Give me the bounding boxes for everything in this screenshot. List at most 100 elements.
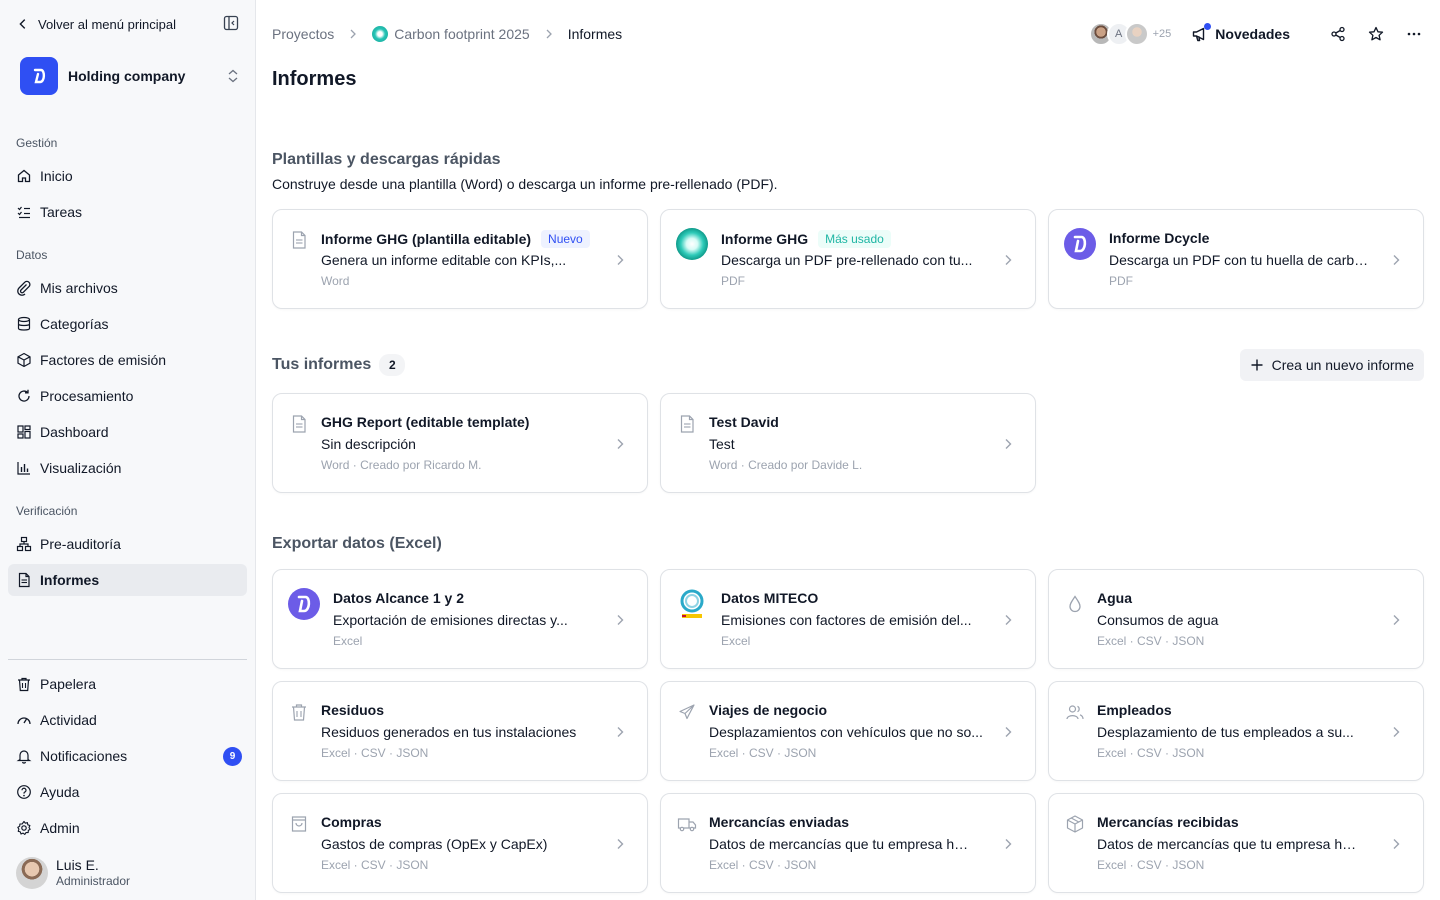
sidebar-item-actividad[interactable]: Actividad: [8, 704, 247, 736]
export-card-alcance[interactable]: Datos Alcance 1 y 2 Exportación de emisi…: [272, 569, 648, 669]
back-to-main-menu[interactable]: Volver al menú principal: [16, 14, 242, 34]
card-description: Descarga un PDF pre-rellenado con tu...: [721, 252, 973, 268]
export-card-agua[interactable]: Agua Consumos de agua Excel · CSV · JSON: [1048, 569, 1424, 669]
section-verificacion: Verificación: [16, 504, 78, 518]
create-new-report-label: Crea un nuevo informe: [1271, 357, 1414, 373]
chevron-right-icon: [1005, 439, 1012, 449]
sidebar-item-papelera[interactable]: Papelera: [8, 668, 247, 700]
create-new-report-button[interactable]: Crea un nuevo informe: [1239, 349, 1424, 381]
card-description: Test: [709, 436, 735, 452]
sidebar-item-ayuda[interactable]: Ayuda: [8, 776, 247, 808]
card-title: Informe Dcycle: [1109, 230, 1210, 246]
share-button[interactable]: [1328, 24, 1348, 44]
more-options-button[interactable]: [1404, 24, 1424, 44]
section-datos: Datos: [16, 248, 48, 262]
card-title: Compras: [321, 814, 382, 830]
template-card-ghg-editable[interactable]: Informe GHG (plantilla editable) Nuevo Ge…: [272, 209, 648, 309]
database-icon: [17, 316, 31, 331]
breadcrumb-project[interactable]: Carbon footprint 2025: [394, 26, 529, 42]
report-card[interactable]: GHG Report (editable template) Sin descr…: [272, 393, 648, 493]
refresh-icon: [18, 389, 30, 402]
sitemap-icon: [16, 536, 32, 552]
template-card-ghg-pdf[interactable]: Informe GHG Más usado Descarga un PDF pre…: [660, 209, 1036, 309]
chevron-right-icon: [1393, 727, 1400, 737]
sidebar-item-tareas[interactable]: Tareas: [8, 196, 247, 228]
sidebar-item-categorias[interactable]: Categorías: [8, 308, 247, 340]
card-description: Datos de mercancías que tu empresa ha...: [1097, 836, 1361, 852]
card-meta: Word · Creado por Davide L.: [709, 458, 863, 472]
page-title: Informes: [272, 68, 357, 90]
news-indicator-dot: [1204, 23, 1212, 30]
sidebar: Volver al menú principal Holding company…: [0, 0, 256, 900]
shopping-bag-icon: [291, 816, 307, 832]
export-card-residuos[interactable]: Residuos Residuos generados en tus insta…: [272, 681, 648, 781]
card-meta: Excel: [333, 634, 363, 648]
chevron-right-icon: [617, 255, 624, 265]
export-card-viajes[interactable]: Viajes de negocio Desplazamientos con ve…: [660, 681, 1036, 781]
sidebar-item-informes[interactable]: Informes: [8, 564, 247, 596]
template-card-dcycle[interactable]: Informe Dcycle Descarga un PDF con tu hu…: [1048, 209, 1424, 309]
export-card-compras[interactable]: Compras Gastos de compras (OpEx y CapEx)…: [272, 793, 648, 893]
help-icon: [17, 785, 31, 799]
your-reports-count: 2: [379, 354, 406, 376]
card-title: Informe GHG Más usado: [721, 230, 891, 248]
card-title: Informe GHG (plantilla editable) Nuevo: [321, 230, 590, 248]
templates-title: Plantillas y descargas rápidas: [272, 151, 501, 168]
export-card-mercancias-recibidas[interactable]: Mercancías recibidas Datos de mercancías…: [1048, 793, 1424, 893]
users-icon: [1066, 705, 1084, 720]
card-description: Desplazamientos con vehículos que no so.…: [709, 724, 983, 740]
sidebar-item-preauditoria[interactable]: Pre-auditoría: [8, 528, 247, 560]
avatar: [1124, 22, 1149, 46]
export-card-miteco[interactable]: Datos MITECO Emisiones con factores de e…: [660, 569, 1036, 669]
sidebar-item-inicio[interactable]: Inicio: [8, 160, 247, 192]
export-card-empleados[interactable]: Empleados Desplazamiento de tus empleado…: [1048, 681, 1424, 781]
breadcrumb-proyectos[interactable]: Proyectos: [272, 26, 334, 42]
cube-icon: [17, 352, 31, 368]
sidebar-item-visualizacion[interactable]: Visualización: [8, 452, 247, 484]
templates-subtitle: Construye desde una plantilla (Word) o d…: [272, 176, 778, 192]
sidebar-collapse-icon[interactable]: [223, 15, 239, 31]
report-card[interactable]: Test David Test Word · Creado por Davide…: [660, 393, 1036, 493]
card-meta: Excel: [721, 634, 751, 648]
card-description: Emisiones con factores de emisión del...: [721, 612, 972, 628]
checklist-icon: [17, 206, 30, 219]
sidebar-item-label: Notificaciones: [40, 748, 128, 764]
news-button[interactable]: Novedades: [1191, 23, 1290, 43]
sidebar-item-procesamiento[interactable]: Procesamiento: [8, 380, 247, 412]
card-meta: Word: [321, 274, 350, 288]
breadcrumb-current: Informes: [567, 26, 623, 42]
header-actions: A +25 Novedades: [1088, 20, 1424, 48]
most-used-badge: Más usado: [818, 230, 891, 248]
card-title: Datos Alcance 1 y 2: [333, 590, 464, 606]
chevron-right-icon: [617, 839, 624, 849]
document-icon: [680, 415, 694, 433]
company-switcher[interactable]: Holding company: [20, 56, 240, 96]
chevron-right-icon: [1393, 615, 1400, 625]
trash-icon: [18, 677, 30, 692]
home-icon: [17, 169, 31, 183]
card-title: Residuos: [321, 702, 385, 718]
sidebar-item-admin[interactable]: Admin: [8, 812, 247, 844]
export-card-mercancias-enviadas[interactable]: Mercancías enviadas Datos de mercancías …: [660, 793, 1036, 893]
collaborators[interactable]: A +25: [1088, 22, 1171, 46]
trash-icon: [292, 704, 306, 721]
sidebar-item-label: Inicio: [40, 168, 73, 184]
favorite-button[interactable]: [1366, 24, 1386, 44]
sidebar-item-dashboard[interactable]: Dashboard: [8, 416, 247, 448]
paperclip-icon: [17, 280, 31, 296]
user-profile[interactable]: Luis E. Administrador: [16, 856, 242, 890]
star-icon: [1368, 26, 1384, 41]
section-gestion: Gestión: [16, 136, 58, 150]
sidebar-divider: [8, 659, 247, 660]
ghg-logo-icon: [676, 228, 708, 260]
sidebar-item-label: Procesamiento: [40, 388, 134, 404]
chevron-right-icon: [1393, 255, 1400, 265]
card-meta: Excel · CSV · JSON: [709, 858, 817, 872]
card-title-text: Informe GHG: [721, 231, 809, 247]
chevron-left-icon: [19, 19, 26, 29]
sidebar-item-archivos[interactable]: Mis archivos: [8, 272, 247, 304]
chevron-right-icon: [1393, 839, 1400, 849]
share-icon: [1331, 26, 1345, 42]
sidebar-item-notificaciones[interactable]: Notificaciones 9: [8, 740, 247, 772]
sidebar-item-factores[interactable]: Factores de emisión: [8, 344, 247, 376]
